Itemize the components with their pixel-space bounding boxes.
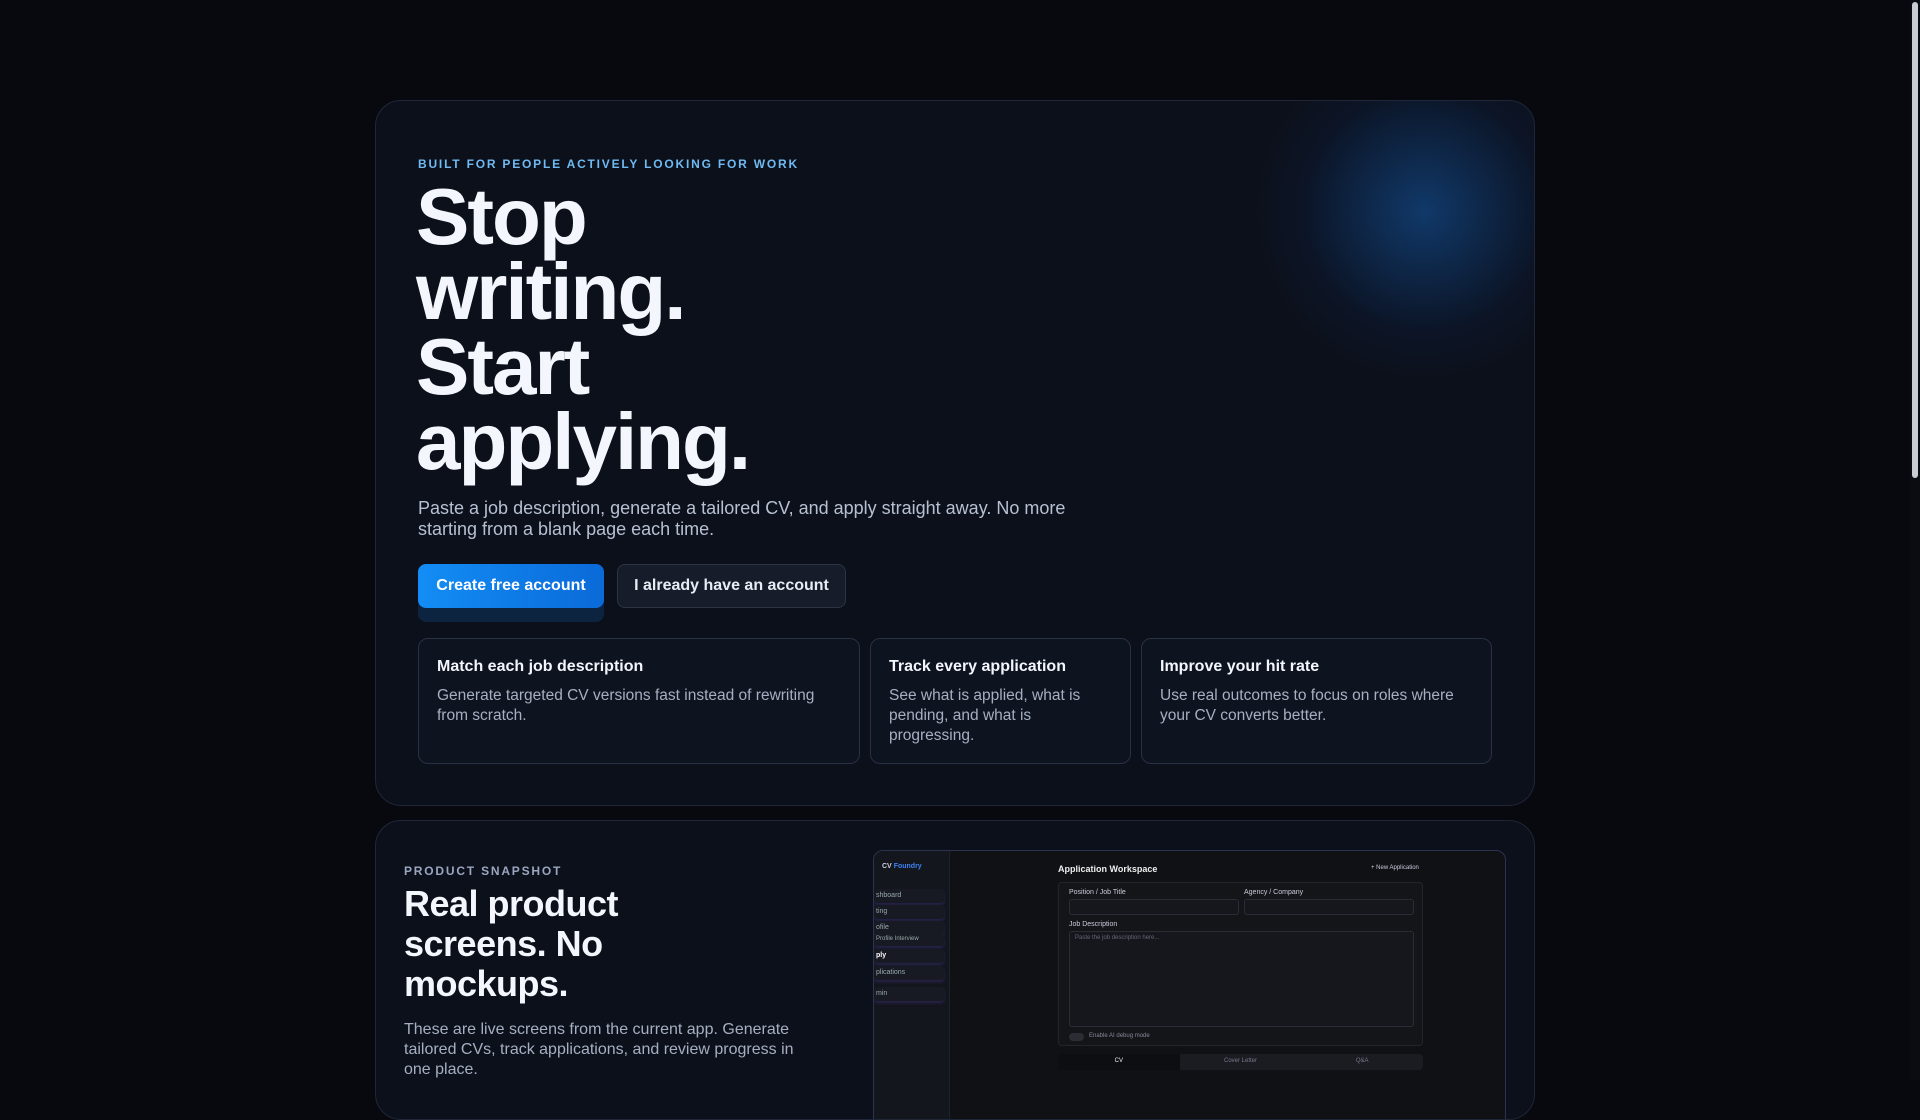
hero-description: Paste a job description, generate a tail… [418,498,1066,539]
feature-text: Generate targeted CV versions fast inste… [437,687,815,724]
field-label: Agency / Company [1244,889,1304,896]
feature-card: Improve your hit rate Use real outcomes … [1141,638,1492,764]
nav-item: plications [874,966,944,980]
nav-item: shboard [874,889,944,903]
title-line: Stop [416,172,588,261]
hero-title: Stop writing. Start applying. [416,172,751,486]
jd-textarea: Paste the job description here... [1069,931,1414,1027]
feature-title: Match each job description [437,658,644,675]
field-label: Job Description [1069,921,1118,928]
debug-toggle [1069,1033,1084,1041]
tab-cover-letter: Cover Letter [1224,1058,1258,1064]
workspace-title: Application Workspace [1058,864,1158,874]
new-application-button: + New Application [1371,865,1419,871]
form-panel: Position / Job Title Agency / Company Jo… [1058,882,1423,1046]
nav-item-active: ply [874,949,944,963]
product-snapshot-card: PRODUCT SNAPSHOT Real product screens. N… [375,820,1535,1120]
tab-cv: CV [1058,1054,1180,1070]
create-account-button[interactable]: Create free account [418,564,604,608]
title-line: applying. [416,397,751,486]
feature-text: See what is applied, what is pending, an… [889,687,1081,744]
scrollbar[interactable] [1910,0,1920,1080]
feature-card: Match each job description Generate targ… [418,638,860,764]
title-line: Start [416,322,590,411]
nav-item: Profile Interview [874,935,944,946]
nav-item: min [874,987,944,1001]
scrollbar-thumb[interactable] [1912,2,1918,478]
feature-card: Track every application See what is appl… [870,638,1131,764]
snapshot-title: Real product screens. No mockups. [404,883,619,1004]
field-label: Position / Job Title [1069,889,1126,896]
hero-card: BUILT FOR PEOPLE ACTIVELY LOOKING FOR WO… [375,100,1535,806]
position-input [1069,899,1239,915]
feature-title: Track every application [889,658,1066,675]
nav-item: ofile [874,921,944,935]
company-input [1244,899,1414,915]
debug-label: Enable AI debug mode [1089,1033,1150,1039]
glow-decoration [1254,101,1534,381]
title-line: writing. [416,247,686,336]
tab-qa: Q&A [1355,1058,1369,1064]
feature-text: Use real outcomes to focus on roles wher… [1160,687,1454,724]
output-tabs: CV Cover Letter Q&A [1058,1054,1423,1070]
hero-eyebrow: BUILT FOR PEOPLE ACTIVELY LOOKING FOR WO… [418,157,799,171]
login-button[interactable]: I already have an account [617,564,846,608]
snapshot-eyebrow: PRODUCT SNAPSHOT [404,864,563,878]
feature-title: Improve your hit rate [1160,658,1320,675]
snapshot-description: These are live screens from the current … [404,1021,794,1078]
nav-item: ting [874,905,944,919]
app-logo: CV Foundry [882,863,922,870]
